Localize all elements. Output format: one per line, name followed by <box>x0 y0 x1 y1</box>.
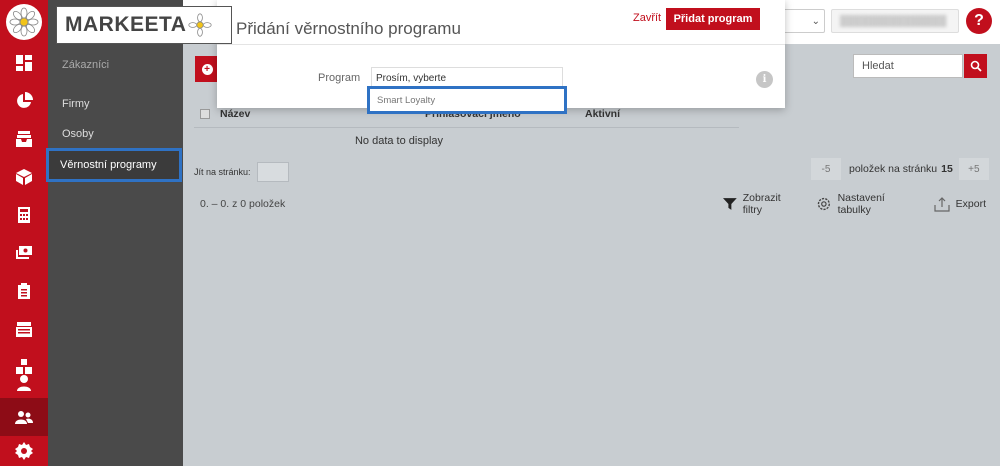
inbox-icon[interactable] <box>0 120 48 158</box>
modal-divider <box>217 44 785 45</box>
sidebar-section-title: Zákazníci <box>62 59 110 71</box>
column-header-aktivni[interactable]: Aktivní <box>585 108 620 120</box>
icon-rail <box>0 0 48 466</box>
sidebar-item-osoby[interactable]: Osoby <box>48 119 183 149</box>
program-field-label: Program <box>318 72 361 84</box>
program-option-smart-loyalty[interactable]: Smart Loyalty <box>367 86 567 114</box>
add-program-modal: Přidání věrnostního programu Zavřít Přid… <box>217 0 785 114</box>
empty-message: No data to display <box>354 135 444 147</box>
select-all-checkbox[interactable] <box>200 108 210 119</box>
help-button[interactable]: ? <box>966 8 992 34</box>
modal-title: Přidání věrnostního programu <box>236 19 461 38</box>
brand-logo[interactable]: MARKEETA <box>56 6 232 44</box>
chevron-down-icon: ⌄ <box>811 15 820 27</box>
goto-page: Jít na stránku: <box>194 162 289 182</box>
export-button[interactable]: Export <box>934 196 986 212</box>
people-icon[interactable] <box>0 398 48 436</box>
user-account-field[interactable]: ███████████████ <box>831 9 959 33</box>
add-program-button[interactable]: Přidat program <box>666 8 760 30</box>
cash-register-icon[interactable] <box>0 310 48 348</box>
add-button[interactable]: + <box>195 56 219 82</box>
table-settings-button[interactable]: Nastavení tabulky <box>816 192 920 216</box>
box-icon[interactable] <box>0 158 48 196</box>
page-size-increase-button[interactable]: +5 <box>958 158 989 180</box>
clipboard-icon[interactable] <box>0 272 48 310</box>
sidebar: Zákazníci Firmy Osoby Věrnostní programy <box>46 0 183 466</box>
page-size-control: -5 položek na stránku 15 +5 <box>811 158 989 180</box>
dashboard-icon[interactable] <box>0 44 48 82</box>
show-filters-label: Zobrazit filtry <box>742 192 781 216</box>
brand-name: MARKEETA <box>65 13 187 36</box>
page-size-label: položek na stránku <box>849 163 938 175</box>
user-email-blurred: ███████████████ <box>840 15 947 27</box>
filter-icon <box>723 198 737 210</box>
brand-flower-icon <box>188 13 213 37</box>
search-button[interactable] <box>964 54 987 78</box>
money-icon[interactable] <box>0 234 48 272</box>
show-filters-button[interactable]: Zobrazit filtry <box>723 192 802 216</box>
grid-empty-row: No data to display <box>194 129 994 153</box>
info-icon[interactable]: i <box>756 71 773 88</box>
top-select[interactable]: ⌄ <box>780 9 825 33</box>
sidebar-item-firmy[interactable]: Firmy <box>48 89 183 119</box>
goto-page-label: Jít na stránku: <box>194 167 251 177</box>
gear-icon[interactable] <box>0 432 48 466</box>
plus-icon: + <box>201 63 213 75</box>
calculator-icon[interactable] <box>0 196 48 234</box>
pie-chart-icon[interactable] <box>0 82 48 120</box>
search-icon <box>970 60 982 72</box>
goto-page-input[interactable] <box>256 162 289 182</box>
flower-logo-icon[interactable] <box>6 4 42 40</box>
range-info: 0. – 0. z 0 položek <box>200 198 286 210</box>
person-icon[interactable] <box>0 364 48 402</box>
modal-close-link[interactable]: Zavřít <box>633 12 661 24</box>
sidebar-item-vernostni-programy[interactable]: Věrnostní programy <box>46 148 182 182</box>
export-icon <box>934 197 950 212</box>
page-size-decrease-button[interactable]: -5 <box>811 158 841 180</box>
settings-gear-icon <box>817 197 830 211</box>
page-size-value: 15 <box>941 163 953 175</box>
export-label: Export <box>955 198 986 210</box>
search-input[interactable]: Hledat <box>853 54 963 78</box>
grid-toolbar: Zobrazit filtry Nastavení tabulky Export <box>723 192 1000 216</box>
table-settings-label: Nastavení tabulky <box>837 192 885 216</box>
